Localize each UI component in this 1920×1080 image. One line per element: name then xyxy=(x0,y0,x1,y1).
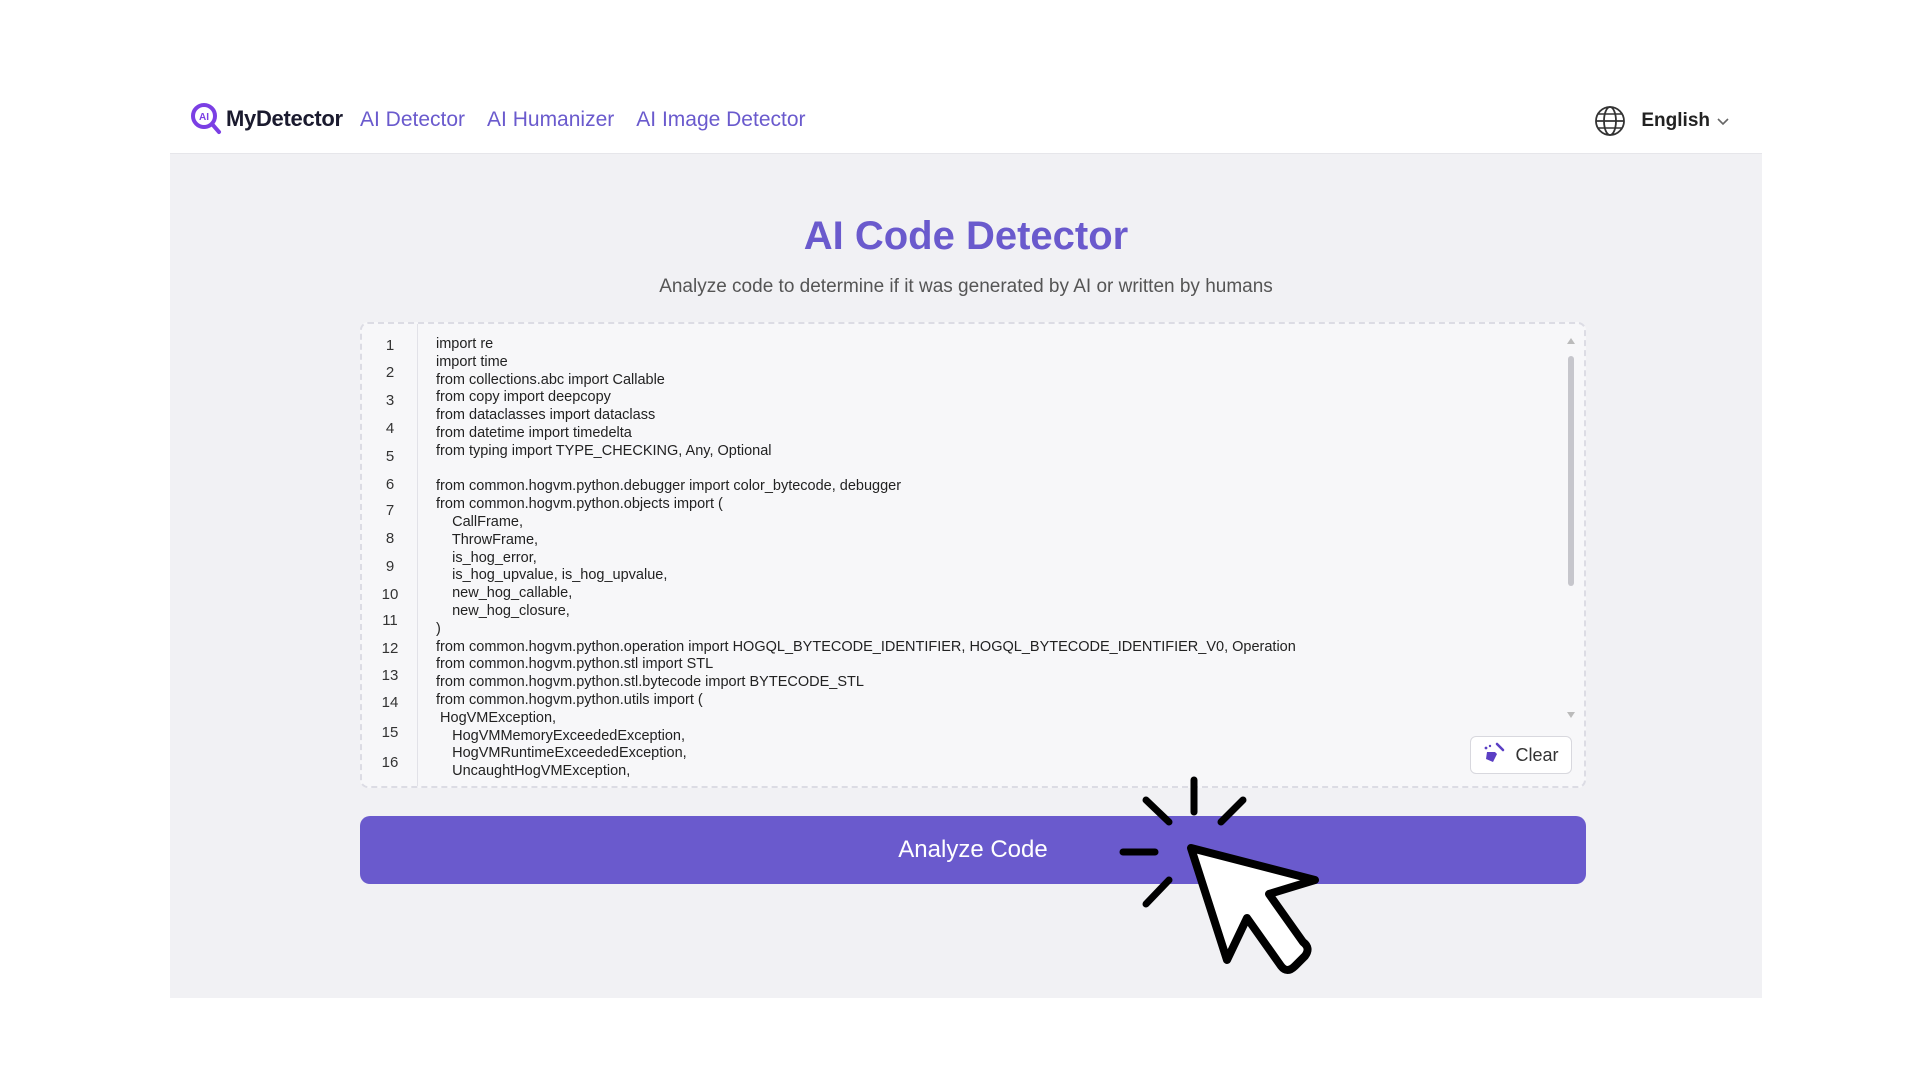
line-number: 2 xyxy=(385,364,395,381)
logo-magnifier-icon: AI xyxy=(190,102,222,136)
line-number: 9 xyxy=(385,558,395,575)
code-editor[interactable]: 1 2 3 4 5 6 7 8 9 10 11 12 13 14 15 16 i… xyxy=(360,322,1586,788)
code-line: ThrowFrame, xyxy=(436,531,539,548)
top-navbar: AI MyDetector AI Detector AI Humanizer A… xyxy=(170,86,1762,154)
line-number: 6 xyxy=(385,476,395,493)
line-number: 11 xyxy=(382,612,398,629)
line-number: 14 xyxy=(381,694,399,711)
code-line: from common.hogvm.python.debugger import… xyxy=(436,478,902,495)
code-line: HogVMRuntimeExceededException, xyxy=(436,745,687,762)
line-number-gutter: 1 2 3 4 5 6 7 8 9 10 11 12 13 14 15 16 xyxy=(362,324,418,786)
code-line: import re xyxy=(436,336,494,352)
line-number: 10 xyxy=(381,586,399,603)
scroll-down-arrow-icon[interactable] xyxy=(1567,712,1575,718)
nav-ai-detector[interactable]: AI Detector xyxy=(360,108,465,132)
code-content[interactable]: import re import time from collections.a… xyxy=(436,336,1296,781)
main-nav: AI Detector AI Humanizer AI Image Detect… xyxy=(360,108,806,132)
broom-icon xyxy=(1483,742,1507,769)
code-line: new_hog_callable, xyxy=(436,585,573,602)
line-number: 4 xyxy=(385,420,395,437)
line-number: 12 xyxy=(381,640,399,657)
line-number: 1 xyxy=(385,337,395,354)
code-line: from common.hogvm.python.utils import ( xyxy=(436,691,703,708)
code-line: from typing import TYPE_CHECKING, Any, O… xyxy=(436,442,772,459)
clear-label: Clear xyxy=(1515,744,1559,765)
code-line: is_hog_upvalue, is_hog_upvalue, xyxy=(436,567,668,584)
code-line: is_hog_error, xyxy=(436,549,537,566)
globe-icon xyxy=(1593,104,1627,138)
code-line: ) xyxy=(436,620,441,637)
code-line: from datetime import timedelta xyxy=(436,424,632,441)
line-number: 7 xyxy=(385,502,395,519)
chevron-down-icon xyxy=(1716,114,1730,128)
code-line: from common.hogvm.python.stl.bytecode im… xyxy=(436,674,864,691)
code-line: from dataclasses import dataclass xyxy=(436,407,656,424)
line-number: 3 xyxy=(385,392,395,409)
language-label: English xyxy=(1641,110,1710,131)
vertical-scrollbar[interactable] xyxy=(1566,338,1576,718)
clear-button[interactable]: Clear xyxy=(1470,736,1572,774)
line-number: 16 xyxy=(381,754,399,771)
line-number: 8 xyxy=(385,530,395,547)
code-line: HogVMMemoryExceededException, xyxy=(436,727,686,744)
line-number: 5 xyxy=(385,448,395,465)
language-selector[interactable]: English xyxy=(1593,104,1730,138)
code-line: from collections.abc import Callable xyxy=(436,371,665,388)
line-number: 15 xyxy=(381,724,399,741)
svg-text:AI: AI xyxy=(199,112,209,123)
code-line: from common.hogvm.python.stl import STL xyxy=(436,656,714,673)
app-frame: AI MyDetector AI Detector AI Humanizer A… xyxy=(170,86,1762,998)
code-line: CallFrame, xyxy=(436,513,524,530)
scroll-up-arrow-icon[interactable] xyxy=(1567,338,1575,344)
code-line: from common.hogvm.python.operation impor… xyxy=(436,638,1296,655)
line-number: 13 xyxy=(381,667,399,684)
code-line: new_hog_closure, xyxy=(436,602,570,619)
nav-ai-image-detector[interactable]: AI Image Detector xyxy=(636,108,805,132)
code-line: from common.hogvm.python.objects import … xyxy=(436,496,723,513)
page-subtitle: Analyze code to determine if it was gene… xyxy=(659,276,1273,297)
analyze-code-button[interactable]: Analyze Code xyxy=(360,816,1586,884)
code-line: from copy import deepcopy xyxy=(436,389,611,406)
click-cursor-icon xyxy=(1115,770,1345,990)
logo-text: MyDetector xyxy=(226,106,343,131)
page-title: AI Code Detector xyxy=(803,214,1129,258)
nav-ai-humanizer[interactable]: AI Humanizer xyxy=(487,108,614,132)
scrollbar-thumb[interactable] xyxy=(1568,356,1574,586)
code-line: import time xyxy=(436,353,508,370)
code-line: HogVMException, xyxy=(436,709,557,726)
logo[interactable]: AI MyDetector xyxy=(190,102,343,136)
